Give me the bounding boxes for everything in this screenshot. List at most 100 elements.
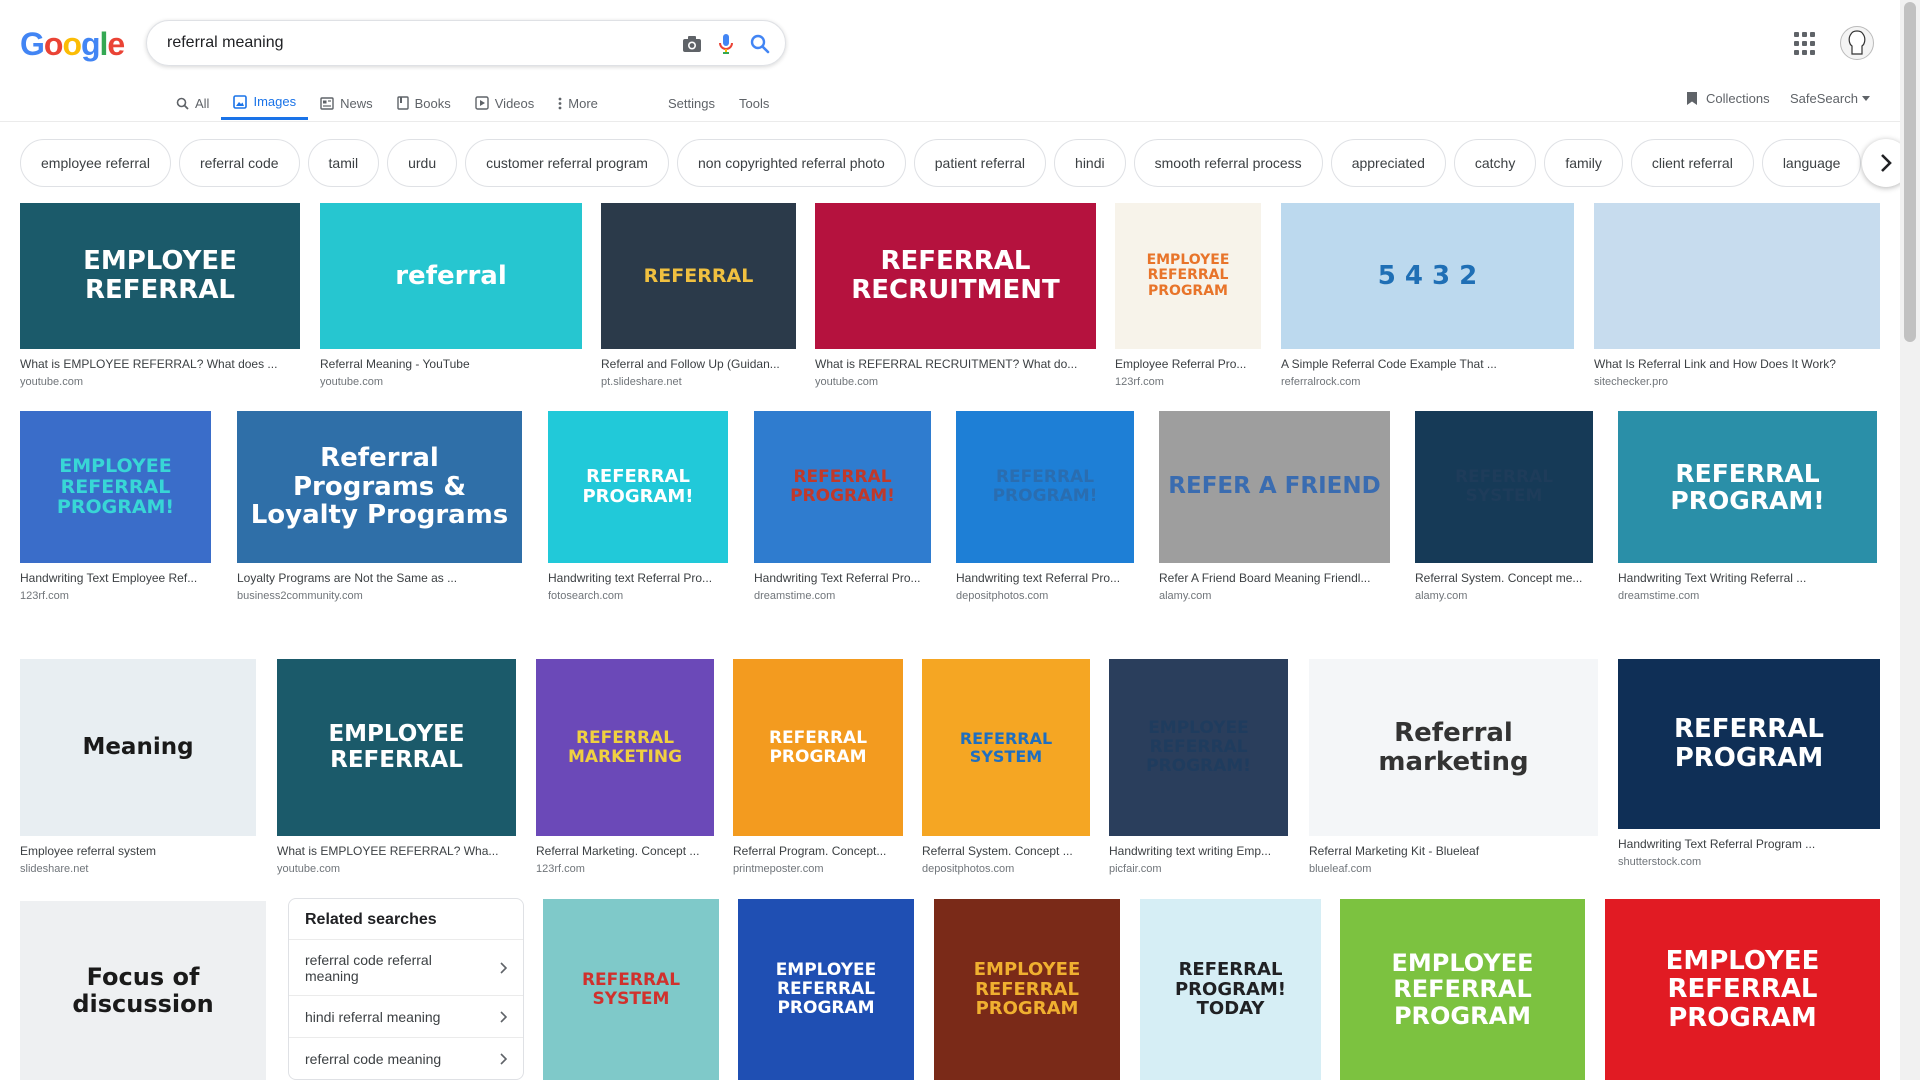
result-title[interactable]: What is EMPLOYEE REFERRAL? Wha... [277,844,516,858]
result-thumbnail[interactable]: EMPLOYEE REFERRAL [277,659,516,836]
result-thumbnail[interactable]: EMPLOYEE REFERRAL PROGRAM [1115,203,1261,349]
image-result[interactable]: EMPLOYEE REFERRAL PROGRAM [738,899,914,1080]
related-search-item[interactable]: referral code referral meaning [289,939,523,995]
refinement-chip[interactable]: smooth referral process [1133,139,1323,187]
refinement-chip[interactable]: customer referral program [465,139,669,187]
image-result[interactable]: REFERRAL PROGRAM! Handwriting Text Writin… [1618,411,1877,602]
search-icon[interactable] [747,31,773,57]
scrollbar-thumb[interactable] [1904,2,1916,342]
image-result[interactable]: REFERRAL RECRUITMENT What is REFERRAL REC… [815,203,1096,388]
refinement-chip[interactable]: catchy [1453,139,1537,187]
image-result[interactable]: Referral marketing Referral Marketing Kit… [1309,659,1598,875]
result-thumbnail[interactable]: REFERRAL PROGRAM! TODAY [1140,899,1321,1080]
collections-button[interactable]: Collections [1686,86,1770,110]
result-thumbnail[interactable]: Referral Programs & Loyalty Programs [237,411,522,563]
result-title[interactable]: Handwriting Text Writing Referral ... [1618,571,1877,585]
result-title[interactable]: Referral Program. Concept... [733,844,903,858]
related-search-item[interactable]: referral code meaning [289,1037,523,1079]
result-thumbnail[interactable]: REFERRAL PROGRAM [1618,659,1880,829]
image-result[interactable]: Meaning Employee referral system slideshar… [20,659,256,875]
result-thumbnail[interactable]: REFERRAL SYSTEM [1415,411,1593,563]
result-title[interactable]: Handwriting Text Referral Pro... [754,571,931,585]
image-result[interactable]: REFERRAL PROGRAM! TODAY [1140,899,1321,1080]
image-result[interactable]: EMPLOYEE REFERRAL What is EMPLOYEE REFERR… [20,203,300,388]
result-thumbnail[interactable]: referral [320,203,582,349]
refinement-chip[interactable]: tamil [307,139,380,187]
tab-images[interactable]: Images [221,86,309,120]
result-thumbnail[interactable]: Focus of discussion [20,901,266,1080]
result-thumbnail[interactable]: EMPLOYEE REFERRAL PROGRAM [1340,899,1585,1080]
image-result[interactable]: REFERRAL PROGRAM! Handwriting text Referr… [548,411,728,602]
image-result[interactable]: REFERRAL MARKETING Referral Marketing. Co… [536,659,714,875]
image-result[interactable]: referral Referral Meaning - YouTube youtub… [320,203,582,388]
refinement-chip[interactable]: appreciated [1330,139,1446,187]
refinement-chip[interactable]: non copyrighted referral photo [676,139,906,187]
result-thumbnail[interactable]: REFERRAL SYSTEM [922,659,1090,836]
image-result[interactable]: Referral Programs & Loyalty Programs Loya… [237,411,522,602]
result-thumbnail[interactable]: Referral marketing [1309,659,1598,836]
result-thumbnail[interactable]: REFER A FRIEND [1159,411,1390,563]
image-result[interactable]: REFERRAL SYSTEM Referral System. Concept … [1415,411,1593,602]
image-result[interactable]: REFERRAL SYSTEM [543,899,719,1080]
result-thumbnail[interactable]: EMPLOYEE REFERRAL PROGRAM [738,899,914,1080]
result-thumbnail[interactable]: REFERRAL PROGRAM [733,659,903,836]
result-title[interactable]: Handwriting Text Referral Program ... [1618,837,1880,851]
result-title[interactable]: What Is Referral Link and How Does It Wo… [1594,357,1880,371]
result-thumbnail[interactable]: Meaning [20,659,256,836]
result-title[interactable]: Handwriting text Referral Pro... [548,571,728,585]
refinement-chip[interactable]: family [1544,139,1623,187]
result-title[interactable]: Referral and Follow Up (Guidan... [601,357,796,371]
image-result[interactable]: EMPLOYEE REFERRAL PROGRAM Employee Referr… [1115,203,1261,388]
settings-link[interactable]: Settings [668,86,715,120]
image-result[interactable]: 5 4 3 2 A Simple Referral Code Example Th… [1281,203,1574,388]
image-result[interactable]: REFERRAL PROGRAM Handwriting Text Referra… [1618,659,1880,868]
tab-videos[interactable]: Videos [463,86,547,120]
result-thumbnail[interactable]: EMPLOYEE REFERRAL PROGRAM [1605,899,1880,1080]
avatar[interactable] [1840,26,1874,60]
result-title[interactable]: Referral Meaning - YouTube [320,357,582,371]
result-title[interactable]: Handwriting Text Employee Ref... [20,571,211,585]
result-thumbnail[interactable]: 5 4 3 2 [1281,203,1574,349]
result-title[interactable]: Loyalty Programs are Not the Same as ... [237,571,522,585]
microphone-icon[interactable] [713,31,739,57]
refinement-chip[interactable]: client referral [1630,139,1754,187]
result-title[interactable]: Handwriting text writing Emp... [1109,844,1288,858]
image-result[interactable]: EMPLOYEE REFERRAL PROGRAM [934,899,1120,1080]
image-result[interactable]: EMPLOYEE REFERRAL PROGRAM! Handwriting te… [1109,659,1288,875]
tab-more[interactable]: More [546,86,610,120]
tab-news[interactable]: News [308,86,385,120]
tab-all[interactable]: All [164,86,221,120]
result-thumbnail[interactable]: REFERRAL SYSTEM [543,899,719,1080]
result-thumbnail[interactable]: EMPLOYEE REFERRAL [20,203,300,349]
image-result[interactable]: REFERRAL PROGRAM Referral Program. Concep… [733,659,903,875]
image-result[interactable]: REFERRAL SYSTEM Referral System. Concept … [922,659,1090,875]
google-logo[interactable]: Google [20,26,125,63]
result-thumbnail[interactable]: EMPLOYEE REFERRAL PROGRAM! [20,411,211,563]
image-result[interactable]: REFERRAL PROGRAM! Handwriting text Referr… [956,411,1134,602]
result-title[interactable]: Referral Marketing Kit - Blueleaf [1309,844,1598,858]
image-result[interactable]: REFERRAL PROGRAM! Handwriting Text Referr… [754,411,931,602]
refinement-chip[interactable]: employee referral [20,139,171,187]
result-thumbnail[interactable]: REFERRAL [601,203,796,349]
refinement-chip[interactable]: hindi [1054,139,1126,187]
result-title[interactable]: Employee Referral Pro... [1115,357,1261,371]
camera-icon[interactable] [679,31,705,57]
tools-link[interactable]: Tools [739,86,769,120]
result-title[interactable]: Refer A Friend Board Meaning Friendl... [1159,571,1390,585]
refinement-chip[interactable]: patient referral [913,139,1047,187]
image-result[interactable]: EMPLOYEE REFERRAL PROGRAM [1605,899,1880,1080]
related-search-item[interactable]: hindi referral meaning [289,995,523,1037]
result-title[interactable]: A Simple Referral Code Example That ... [1281,357,1574,371]
result-title[interactable]: Employee referral system [20,844,256,858]
safesearch-menu[interactable]: SafeSearch [1790,86,1870,110]
image-result[interactable]: REFERRAL Referral and Follow Up (Guidan..… [601,203,796,388]
refinement-chip[interactable]: urdu [387,139,458,187]
page-scrollbar[interactable] [1900,0,1920,1080]
refinement-chip[interactable]: referral code [178,139,300,187]
result-thumbnail[interactable] [1594,203,1880,349]
result-title[interactable]: Handwriting text Referral Pro... [956,571,1134,585]
image-result[interactable]: Focus of discussion [20,901,266,1080]
image-result[interactable]: EMPLOYEE REFERRAL PROGRAM [1340,899,1585,1080]
result-thumbnail[interactable]: EMPLOYEE REFERRAL PROGRAM [934,899,1120,1080]
result-title[interactable]: What is REFERRAL RECRUITMENT? What do... [815,357,1096,371]
